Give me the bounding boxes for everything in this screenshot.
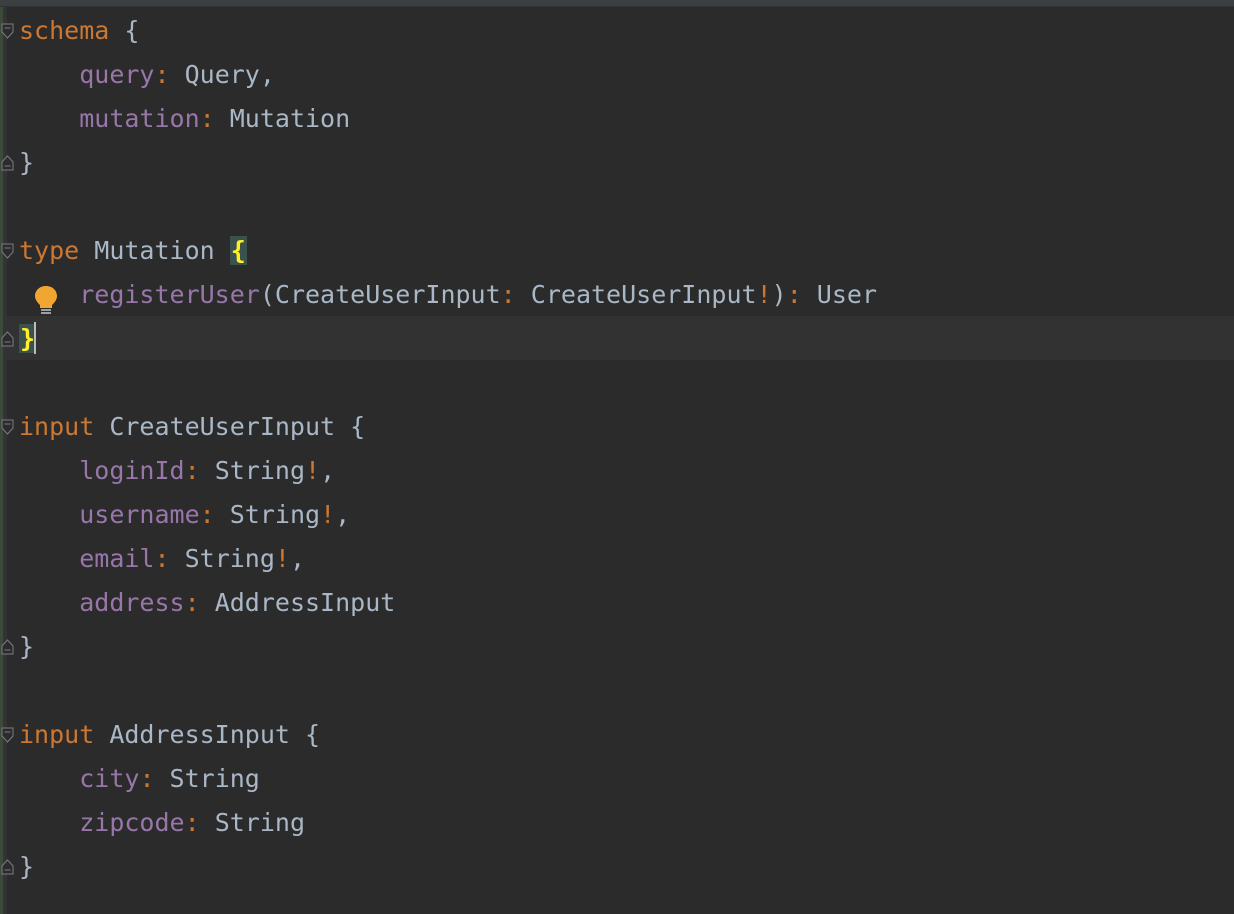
code-token: ! — [274, 544, 290, 573]
code-token: : — [154, 544, 170, 573]
code-token: input — [19, 720, 95, 749]
code-line[interactable]: schema { — [19, 9, 139, 53]
code-token: CreateUserInput — [515, 280, 757, 309]
code-token: String — [214, 500, 321, 529]
code-token: } — [19, 632, 35, 661]
code-token: Query, — [169, 60, 275, 89]
code-line[interactable]: } — [19, 845, 34, 889]
code-line[interactable]: registerUser(CreateUserInput: CreateUser… — [19, 273, 877, 317]
fold-collapse-icon[interactable] — [1, 727, 14, 743]
code-line[interactable]: city: String — [19, 757, 260, 801]
code-token: : — [154, 60, 170, 89]
text-caret — [34, 322, 36, 354]
code-token: AddressInput — [199, 588, 396, 617]
code-token: city — [79, 764, 140, 793]
code-token: (CreateUserInput — [259, 280, 501, 309]
code-token: : — [139, 764, 155, 793]
fold-collapse-icon[interactable] — [1, 243, 14, 259]
code-token: : — [500, 280, 516, 309]
code-token: , — [335, 500, 351, 529]
code-token: query — [79, 60, 155, 89]
code-token: String — [169, 544, 275, 573]
code-token: CreateUserInput { — [94, 412, 366, 441]
code-token: input — [19, 412, 95, 441]
code-line[interactable]: input AddressInput { — [19, 713, 320, 757]
code-token: : — [184, 588, 200, 617]
code-line[interactable]: } — [19, 625, 34, 669]
code-token: ! — [305, 456, 321, 485]
code-line[interactable]: email: String!, — [19, 537, 305, 581]
code-token: ) — [771, 280, 787, 309]
code-token: Mutation — [214, 104, 351, 133]
code-token: , — [289, 544, 306, 573]
vcs-change-marker[interactable] — [0, 7, 3, 914]
code-token: } — [19, 852, 35, 881]
code-token: , — [320, 456, 336, 485]
code-token: String — [199, 808, 305, 837]
code-line[interactable]: input CreateUserInput { — [19, 405, 365, 449]
code-line[interactable]: mutation: Mutation — [19, 97, 350, 141]
code-token: address — [79, 588, 185, 617]
code-token: { — [124, 16, 140, 45]
fold-end-icon[interactable] — [1, 859, 14, 875]
code-token: zipcode — [79, 808, 185, 837]
code-token: username — [79, 500, 200, 529]
code-line[interactable]: type Mutation { — [19, 229, 247, 273]
current-line-highlight — [7, 316, 1234, 360]
code-line[interactable]: zipcode: String — [19, 801, 305, 845]
code-token: : — [184, 808, 200, 837]
editor-top-border — [0, 0, 1234, 7]
fold-end-icon[interactable] — [1, 155, 14, 171]
code-token: registerUser — [79, 280, 260, 309]
code-token: { — [229, 236, 247, 265]
code-token: String — [199, 456, 305, 485]
code-line[interactable]: username: String!, — [19, 493, 350, 537]
code-token: : — [199, 500, 215, 529]
code-line[interactable]: loginId: String!, — [19, 449, 335, 493]
code-token: ! — [756, 280, 772, 309]
code-token: } — [19, 148, 35, 177]
code-token: email — [79, 544, 155, 573]
code-token: loginId — [79, 456, 185, 485]
code-token: Mutation — [79, 236, 230, 265]
code-token: String — [154, 764, 260, 793]
code-token: mutation — [79, 104, 200, 133]
fold-collapse-icon[interactable] — [1, 23, 14, 39]
fold-end-icon[interactable] — [1, 639, 14, 655]
code-token: : — [184, 456, 200, 485]
code-token: : — [199, 104, 215, 133]
code-token: : — [786, 280, 802, 309]
lightbulb-icon[interactable] — [34, 284, 58, 316]
fold-end-icon[interactable] — [1, 331, 14, 347]
code-token: User — [801, 280, 878, 309]
code-token: ! — [320, 500, 336, 529]
fold-collapse-icon[interactable] — [1, 419, 14, 435]
code-line[interactable]: } — [19, 141, 34, 185]
code-token: AddressInput { — [94, 720, 321, 749]
code-editor[interactable]: schema { query: Query, mutation: Mutatio… — [0, 0, 1234, 914]
code-line[interactable]: query: Query, — [19, 53, 275, 97]
code-token: type — [19, 236, 80, 265]
code-token: schema — [19, 16, 110, 45]
code-line[interactable]: address: AddressInput — [19, 581, 395, 625]
